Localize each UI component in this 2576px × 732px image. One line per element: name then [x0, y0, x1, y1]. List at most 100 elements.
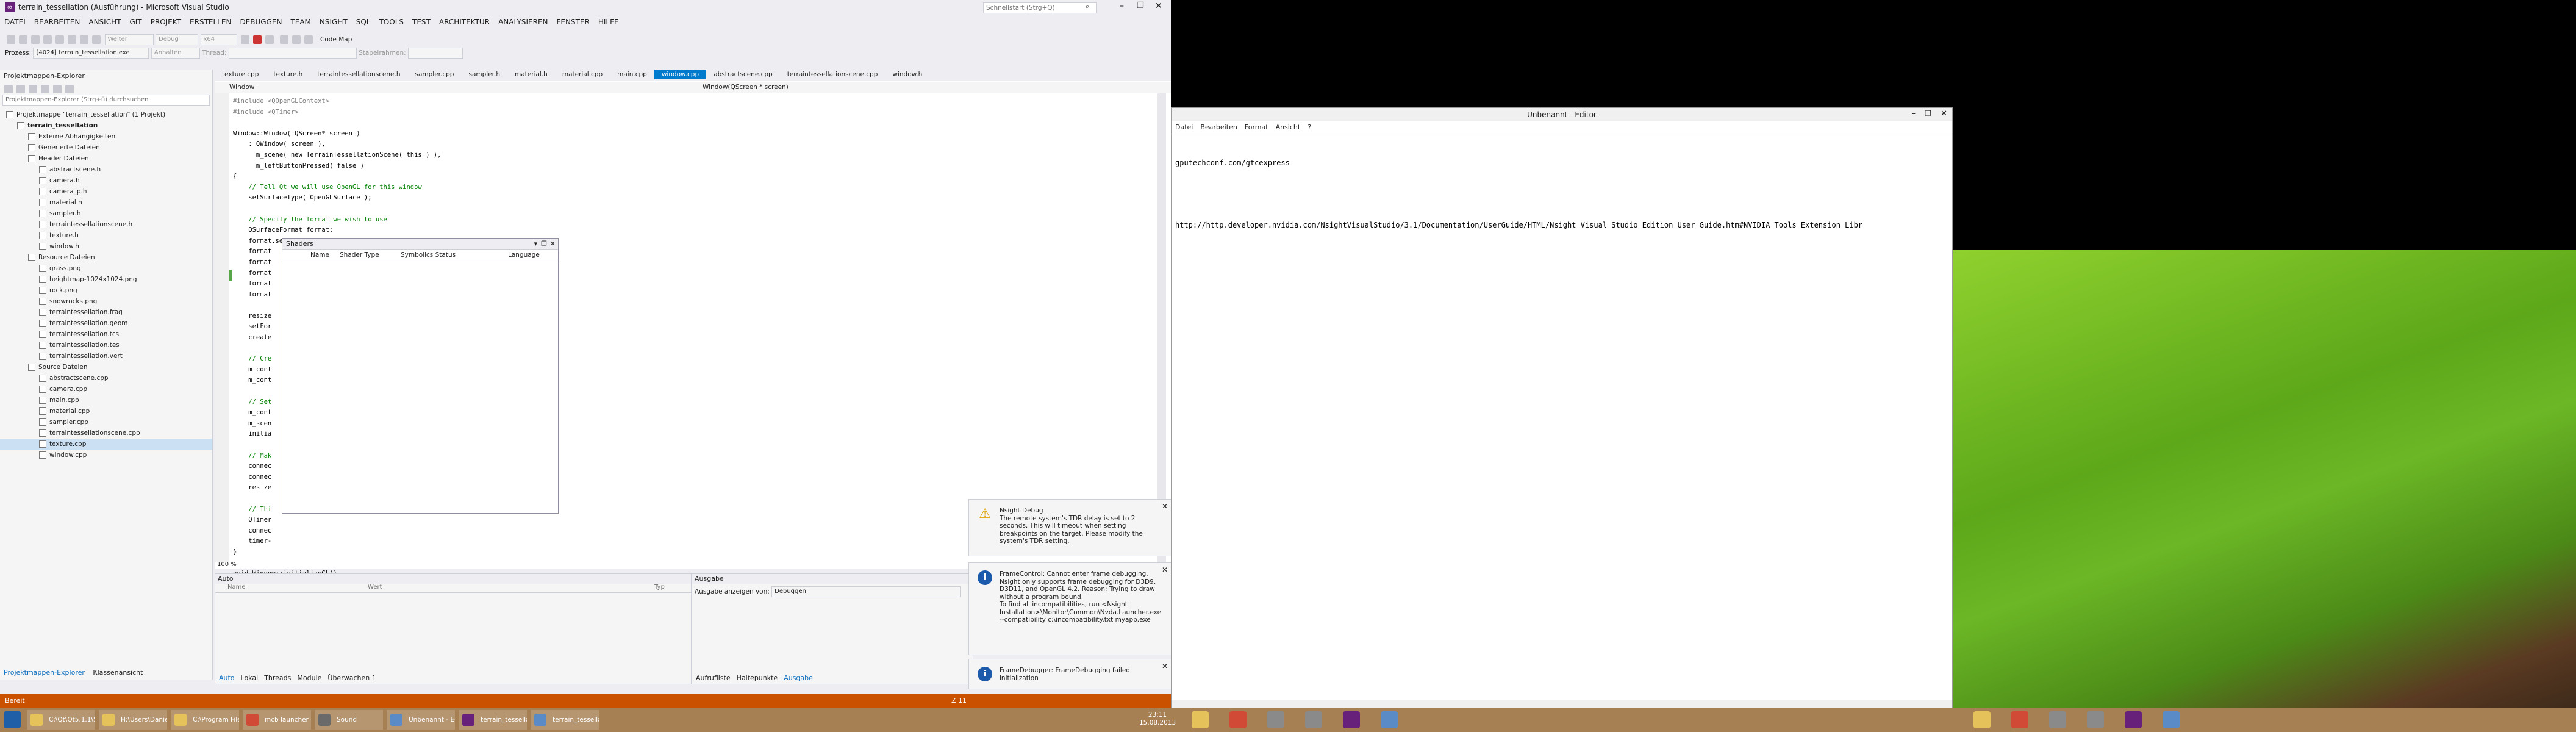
stop-icon[interactable] — [253, 35, 262, 44]
output-source-select[interactable]: Debuggen — [771, 586, 961, 597]
tree-item[interactable]: main.cpp — [0, 395, 212, 406]
pinned-app-icon[interactable] — [2011, 711, 2028, 728]
tab-window-h[interactable]: window.h — [885, 70, 929, 79]
taskbar-task[interactable]: C:\Qt\Qt5.1.1\5.1... — [27, 710, 95, 730]
redo-icon[interactable] — [92, 35, 101, 44]
pinned-app-icon[interactable] — [1381, 711, 1398, 728]
tree-item[interactable]: material.h — [0, 197, 212, 208]
notepad-text-area[interactable]: gputechconf.com/gtcexpress http://http.d… — [1175, 137, 1862, 251]
menu-item-datei[interactable]: DATEI — [0, 16, 30, 28]
tab-material-h[interactable]: material.h — [507, 70, 555, 79]
maximize-button[interactable]: ❐ — [1925, 109, 1931, 118]
tab-main-cpp[interactable]: main.cpp — [610, 70, 654, 79]
taskbar-task[interactable]: Unbenannt - Editor — [387, 710, 455, 730]
tab-module[interactable]: Module — [297, 674, 321, 682]
zoom-level[interactable]: 100 % — [217, 561, 237, 568]
tree-item[interactable]: texture.cpp — [0, 439, 212, 450]
taskbar-task[interactable]: mcb launcher op... — [243, 710, 311, 730]
close-icon[interactable]: ✕ — [1162, 565, 1168, 574]
tab-auto[interactable]: Auto — [219, 674, 235, 682]
tab-material-cpp[interactable]: material.cpp — [555, 70, 610, 79]
menu-item-architektur[interactable]: ARCHITEKTUR — [435, 16, 494, 28]
tab-lokal[interactable]: Lokal — [241, 674, 259, 682]
home-icon[interactable] — [4, 85, 13, 93]
undo-icon[interactable] — [80, 35, 88, 44]
tree-item[interactable]: Externe Abhängigkeiten — [0, 131, 212, 142]
tab-texture-h[interactable]: texture.h — [266, 70, 310, 79]
menu-item-tools[interactable]: TOOLS — [374, 16, 408, 28]
tree-item[interactable]: grass.png — [0, 263, 212, 274]
nav-member-select[interactable]: Window(QScreen * screen) — [703, 82, 789, 93]
column-symbolics-status[interactable]: Symbolics Status — [401, 250, 456, 260]
tab-class-view[interactable]: Klassenansicht — [93, 669, 143, 676]
menu-item-analysieren[interactable]: ANALYSIEREN — [494, 16, 552, 28]
tree-item[interactable]: terraintessellation.tcs — [0, 329, 212, 340]
tree-item[interactable]: Source Dateien — [0, 362, 212, 373]
tree-item[interactable]: sampler.cpp — [0, 417, 212, 428]
tree-item[interactable]: terraintessellation.geom — [0, 318, 212, 329]
tab-abstractscene-cpp[interactable]: abstractscene.cpp — [706, 70, 780, 79]
menu-item-hilfe[interactable]: HILFE — [594, 16, 623, 28]
taskbar-task[interactable]: C:\Program Files (... — [171, 710, 239, 730]
pinned-app-icon[interactable] — [1229, 711, 1247, 728]
column-language[interactable]: Language — [508, 250, 540, 260]
save-all-icon[interactable] — [68, 35, 76, 44]
notepad-menu-item[interactable]: Format — [1245, 123, 1268, 131]
refresh-icon[interactable] — [29, 85, 37, 93]
nav-class-select[interactable]: Window — [229, 82, 254, 93]
restart-icon[interactable] — [265, 35, 274, 44]
tree-item[interactable]: Resource Dateien — [0, 252, 212, 263]
tree-item[interactable]: terraintessellationscene.h — [0, 219, 212, 230]
tab-überwachen-1[interactable]: Überwachen 1 — [327, 674, 376, 682]
start-button[interactable] — [4, 711, 21, 728]
chevron-down-icon[interactable]: ▾ — [534, 240, 537, 248]
tab-sampler-cpp[interactable]: sampler.cpp — [408, 70, 462, 79]
minimize-button[interactable]: – — [1912, 109, 1916, 118]
tab-texture-cpp[interactable]: texture.cpp — [215, 70, 266, 79]
menu-item-debuggen[interactable]: DEBUGGEN — [235, 16, 286, 28]
tree-item[interactable]: snowrocks.png — [0, 296, 212, 307]
menu-item-fenster[interactable]: FENSTER — [553, 16, 594, 28]
tree-item[interactable]: sampler.h — [0, 208, 212, 219]
close-icon[interactable]: ✕ — [550, 240, 556, 248]
tab-terraintessellationscene-h[interactable]: terraintessellationscene.h — [310, 70, 407, 79]
tree-item[interactable]: terraintessellation.frag — [0, 307, 212, 318]
taskbar-task[interactable]: H:\Users\Daniel\... — [99, 710, 167, 730]
pinned-app-icon[interactable] — [2163, 711, 2180, 728]
notepad-menu-item[interactable]: ? — [1308, 123, 1311, 131]
tab-aufrufliste[interactable]: Aufrufliste — [696, 674, 731, 682]
pinned-app-icon[interactable] — [1973, 711, 1991, 728]
collapse-all-icon[interactable] — [41, 85, 49, 93]
step-over-icon[interactable] — [279, 35, 288, 44]
stack-frame-select[interactable] — [407, 48, 463, 59]
tree-item[interactable]: texture.h — [0, 230, 212, 241]
pinned-app-icon[interactable] — [2087, 711, 2104, 728]
notepad-horizontal-scrollbar[interactable] — [1172, 700, 1952, 708]
properties-icon[interactable] — [65, 85, 74, 93]
tab-sampler-h[interactable]: sampler.h — [461, 70, 507, 79]
pinned-app-icon[interactable] — [2049, 711, 2066, 728]
suspend-select[interactable]: Anhalten — [151, 48, 200, 59]
thread-select[interactable] — [228, 48, 357, 59]
tree-item[interactable]: heightmap-1024x1024.png — [0, 274, 212, 285]
column-shader-type[interactable]: Shader Type — [340, 250, 379, 260]
close-button[interactable]: ✕ — [1941, 109, 1947, 118]
tree-item[interactable]: camera_p.h — [0, 186, 212, 197]
tab-window-cpp[interactable]: window.cpp — [654, 70, 707, 79]
tree-item[interactable]: abstractscene.cpp — [0, 373, 212, 384]
taskbar-task[interactable]: terrain_tessellation — [531, 710, 599, 730]
notepad-menu-item[interactable]: Ansicht — [1276, 123, 1301, 131]
pause-icon[interactable] — [241, 35, 249, 44]
maximize-icon[interactable]: ❐ — [541, 240, 547, 248]
tree-item[interactable]: camera.h — [0, 175, 212, 186]
menu-item-projekt[interactable]: PROJEKT — [146, 16, 185, 28]
tab-solution-explorer[interactable]: Projektmappen-Explorer — [4, 669, 85, 676]
tree-item[interactable]: Header Dateien — [0, 153, 212, 164]
save-icon[interactable] — [55, 35, 64, 44]
back-icon[interactable] — [7, 35, 15, 44]
code-map-button[interactable]: Code Map — [320, 36, 352, 43]
menu-item-git[interactable]: GIT — [125, 16, 146, 28]
editor-vertical-scrollbar[interactable] — [1157, 93, 1166, 562]
tree-item[interactable]: terraintessellation.vert — [0, 351, 212, 362]
menu-item-erstellen[interactable]: ERSTELLEN — [185, 16, 235, 28]
